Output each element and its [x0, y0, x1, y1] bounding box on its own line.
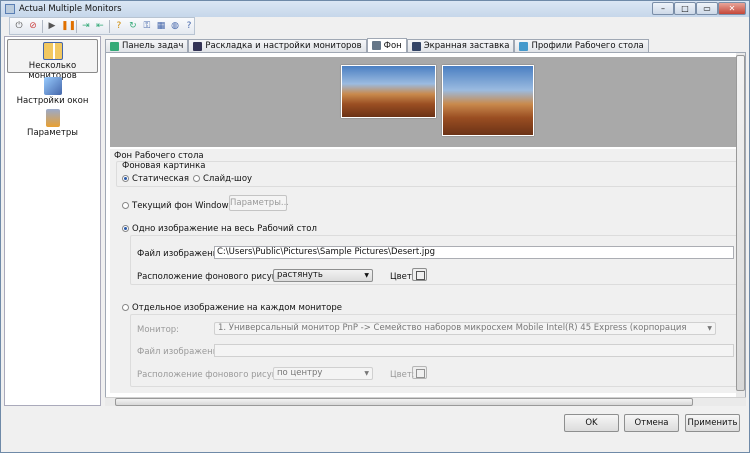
power-icon[interactable]: ⏻ — [14, 21, 24, 32]
sidebar-item-window-settings[interactable]: Настройки окон — [7, 75, 98, 107]
play-icon[interactable]: ▶ — [47, 21, 57, 32]
tab-desktop-profiles[interactable]: Профили Рабочего стола — [514, 39, 649, 52]
toolbar-separator — [42, 19, 43, 33]
sidebar-item-parameters[interactable]: Параметры — [7, 107, 98, 139]
window-title: Actual Multiple Monitors — [19, 4, 122, 14]
section-title: Фон Рабочего стола — [114, 151, 204, 161]
toolbar-separator — [76, 19, 77, 33]
tab-bar: Панель задач Раскладка и настройки монит… — [105, 38, 649, 52]
sidebar-item-label: Настройки окон — [16, 96, 89, 106]
tools-icon — [45, 109, 60, 127]
scrollbar-thumb[interactable] — [736, 55, 745, 391]
chevron-down-icon: ▼ — [364, 370, 369, 377]
monitor-preview — [110, 57, 737, 147]
background-panel: Фон Рабочего стола Фоновая картинка Стат… — [105, 52, 746, 406]
monitor-1-preview[interactable] — [341, 65, 436, 118]
help-topic-icon[interactable]: ? — [114, 21, 124, 32]
monitor-label: Монитор: — [137, 325, 180, 335]
per-monitor-radio[interactable]: Отдельное изображение на каждом мониторе — [122, 303, 342, 313]
sidebar-item-multiple-monitors[interactable]: Несколько мониторов — [7, 39, 98, 81]
export-icon[interactable]: ⇥ — [81, 21, 91, 32]
position-label: Расположение фонового рисунка: — [137, 272, 291, 282]
radio-indicator — [122, 225, 129, 232]
web-icon[interactable]: ◍ — [170, 21, 180, 32]
title-bar: Actual Multiple Monitors – □ ▭ ✕ — [1, 1, 749, 17]
radio-indicator — [122, 202, 129, 209]
color-button[interactable] — [412, 268, 427, 281]
radio-label: Текущий фон Windows — [132, 201, 234, 211]
background-settings: Фон Рабочего стола Фоновая картинка Стат… — [110, 149, 741, 393]
position-label: Расположение фонового рисунка: — [137, 370, 291, 380]
tab-layout[interactable]: Раскладка и настройки мониторов — [188, 39, 367, 52]
tab-label: Профили Рабочего стола — [531, 41, 644, 51]
file-label: Файл изображения: — [137, 249, 227, 259]
app-window: Actual Multiple Monitors – □ ▭ ✕ ⏻ ⊘ ▶ ❚… — [0, 0, 750, 453]
layout-icon — [193, 41, 203, 51]
position-select[interactable]: растянуть ▼ — [273, 269, 373, 282]
tab-label: Раскладка и настройки мониторов — [205, 41, 362, 51]
chevron-down-icon: ▼ — [364, 272, 369, 279]
radio-indicator — [122, 175, 129, 182]
maximize-button[interactable]: □ — [674, 2, 696, 15]
single-image-radio[interactable]: Одно изображение на весь Рабочий стол — [122, 224, 317, 234]
color-label: Цвет: — [390, 370, 415, 380]
current-windows-radio[interactable]: Текущий фон Windows — [122, 201, 233, 211]
minimize-button[interactable]: – — [652, 2, 674, 15]
parameters-button[interactable]: Параметры... — [229, 195, 289, 211]
import-icon[interactable]: ⇤ — [95, 21, 105, 32]
slideshow-radio[interactable]: Слайд-шоу — [193, 174, 252, 184]
monitor-image-file-input[interactable] — [214, 344, 734, 357]
select-value: по центру — [277, 368, 323, 378]
vertical-scrollbar[interactable] — [736, 53, 745, 397]
radio-label: Одно изображение на весь Рабочий стол — [132, 224, 317, 234]
tab-taskbar[interactable]: Панель задач — [105, 39, 189, 52]
help-icon[interactable]: ? — [184, 21, 194, 32]
radio-label: Статическая — [132, 174, 189, 184]
register-icon[interactable]: ⚿ — [142, 21, 152, 32]
sidebar-item-label: Параметры — [27, 128, 78, 138]
window-settings-icon — [43, 77, 62, 95]
taskbar-icon — [110, 41, 119, 51]
tab-label: Экранная заставка — [423, 41, 510, 51]
picture-group-title: Фоновая картинка — [122, 161, 206, 171]
color-label: Цвет: — [390, 272, 415, 282]
toolbar-separator — [108, 19, 110, 33]
monitors-icon[interactable]: ▦ — [156, 21, 166, 32]
toolbar: ⏻ ⊘ ▶ ❚❚ ⇥ ⇤ ? ↻ ⚿ ▦ ◍ ? — [9, 17, 195, 35]
profiles-icon — [519, 41, 529, 51]
select-value: 1. Универсальный монитор PnP -> Семейств… — [218, 323, 687, 333]
chevron-down-icon: ▼ — [707, 325, 712, 332]
ok-button[interactable]: OK — [564, 414, 619, 432]
select-value: растянуть — [277, 270, 323, 280]
file-label: Файл изображения: — [137, 347, 227, 357]
static-radio[interactable]: Статическая — [122, 174, 189, 184]
monitor-2-preview[interactable] — [442, 65, 534, 136]
monitors-icon — [42, 42, 63, 60]
tab-background[interactable]: Фон — [366, 38, 407, 52]
monitor-position-select[interactable]: по центру ▼ — [273, 367, 373, 380]
screensaver-icon — [411, 41, 421, 51]
horizontal-scrollbar[interactable] — [105, 397, 746, 406]
monitor-select[interactable]: 1. Универсальный монитор PnP -> Семейств… — [214, 322, 716, 335]
app-icon — [5, 4, 15, 14]
sidebar: Несколько мониторов Настройки окон Парам… — [4, 36, 101, 406]
tab-screensaver[interactable]: Экранная заставка — [406, 39, 515, 52]
pause-icon[interactable]: ❚❚ — [61, 21, 76, 32]
image-file-input[interactable]: C:\Users\Public\Pictures\Sample Pictures… — [214, 246, 734, 259]
monitor-color-button[interactable] — [412, 366, 427, 379]
radio-label: Слайд-шоу — [203, 174, 253, 184]
scrollbar-thumb[interactable] — [115, 398, 693, 406]
update-icon[interactable]: ↻ — [128, 21, 138, 32]
radio-indicator — [122, 304, 129, 311]
radio-label: Отдельное изображение на каждом мониторе — [132, 303, 343, 313]
close-button[interactable]: ✕ — [718, 2, 746, 15]
apply-button[interactable]: Применить — [685, 414, 740, 432]
tab-label: Панель задач — [122, 41, 184, 51]
cancel-button[interactable]: Отмена — [624, 414, 679, 432]
tab-label: Фон — [383, 40, 402, 51]
radio-indicator — [193, 175, 200, 182]
stop-icon[interactable]: ⊘ — [28, 21, 38, 32]
extra-button[interactable]: ▭ — [696, 2, 718, 15]
background-icon — [371, 41, 381, 50]
